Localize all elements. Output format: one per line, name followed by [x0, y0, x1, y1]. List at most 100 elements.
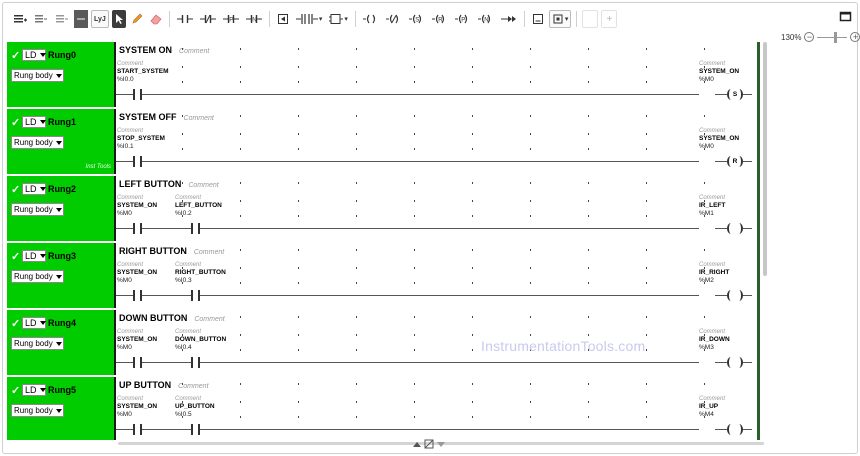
contact-variable[interactable]: SYSTEM_ON — [117, 403, 157, 411]
rung-body-select[interactable]: Rung body — [11, 270, 64, 283]
rung-name[interactable]: Rung1 — [48, 117, 76, 127]
zoom-out-icon[interactable]: − — [804, 32, 815, 42]
contact-comment[interactable]: Comment — [117, 127, 165, 135]
contact-variable[interactable]: STOP_SYSTEM — [117, 135, 165, 143]
contact-variable[interactable]: SYSTEM_ON — [117, 336, 157, 344]
coil-comment[interactable]: Comment — [699, 127, 739, 135]
function-block-icon[interactable]: ▾ — [327, 10, 350, 28]
coil-symbol[interactable] — [727, 424, 743, 435]
n-coil-icon[interactable]: N — [476, 10, 496, 28]
pencil-tool-icon[interactable] — [129, 10, 145, 28]
rung-body-select[interactable]: Rung body — [11, 404, 64, 417]
coil-variable[interactable]: IR_RIGHT — [699, 269, 729, 277]
contact-comment[interactable]: Comment — [117, 194, 157, 202]
rung-body-select[interactable]: Rung body — [11, 69, 64, 82]
rung-title[interactable]: RIGHT BUTTON Comment — [119, 246, 224, 256]
no-contact-symbol[interactable] — [133, 290, 142, 301]
no-contact-symbol[interactable] — [133, 424, 142, 435]
contact-variable[interactable]: START_SYSTEM — [117, 68, 169, 76]
pointer-tool-icon[interactable] — [111, 10, 126, 28]
rung-body-select[interactable]: Rung body — [11, 203, 64, 216]
language-select[interactable]: LD — [22, 250, 46, 262]
rung-title[interactable]: DOWN BUTTON Comment — [119, 313, 225, 323]
coil-comment[interactable]: Comment — [699, 328, 730, 336]
contact-comment[interactable]: Comment — [175, 261, 226, 269]
rung-title[interactable]: SYSTEM ON Comment — [119, 45, 209, 55]
rung-title[interactable]: LEFT BUTTON Comment — [119, 179, 219, 189]
contact-variable[interactable]: DOWN_BUTTON — [175, 336, 226, 344]
coil-variable[interactable]: SYSTEM_ON — [699, 135, 739, 143]
maximize-icon[interactable] — [839, 10, 853, 22]
parallel-branch-icon[interactable]: ▾ — [294, 10, 325, 28]
rung-enabled-check-icon[interactable]: ✓ — [11, 317, 20, 330]
coil-comment[interactable]: Comment — [699, 60, 739, 68]
compare-block-icon[interactable]: ▾ — [548, 10, 572, 28]
no-contact-symbol[interactable] — [133, 156, 142, 167]
insert-rung-icon[interactable] — [11, 10, 29, 28]
zoom-slider-thumb[interactable] — [834, 31, 838, 43]
rung-comment[interactable]: Comment — [184, 115, 214, 122]
language-select[interactable]: LD — [22, 183, 46, 195]
rung-comment[interactable]: Comment — [194, 249, 224, 256]
coil-comment[interactable]: Comment — [699, 194, 725, 202]
eraser-tool-icon[interactable] — [148, 10, 164, 28]
rung-name[interactable]: Rung4 — [48, 318, 76, 328]
contact-variable[interactable]: LEFT_BUTTON — [175, 202, 222, 210]
no-contact-symbol[interactable] — [191, 223, 200, 234]
rung-enabled-check-icon[interactable]: ✓ — [11, 116, 20, 129]
coil-symbol[interactable] — [727, 223, 743, 234]
insert-element-icon[interactable] — [53, 10, 71, 28]
ladder-mode-icon[interactable] — [74, 10, 88, 28]
set-coil-icon[interactable]: S — [407, 10, 427, 28]
fit-view-icon[interactable] — [424, 439, 434, 449]
rung-enabled-check-icon[interactable]: ✓ — [11, 49, 20, 62]
coil-icon[interactable] — [361, 10, 381, 28]
reset-coil-icon[interactable]: R — [430, 10, 450, 28]
coil-comment[interactable]: Comment — [699, 261, 729, 269]
rung-name[interactable]: Rung0 — [48, 50, 76, 60]
p-coil-icon[interactable]: P — [453, 10, 473, 28]
rung-enabled-check-icon[interactable]: ✓ — [11, 183, 20, 196]
no-contact-symbol[interactable] — [191, 290, 200, 301]
contact-comment[interactable]: Comment — [117, 395, 157, 403]
contact-comment[interactable]: Comment — [175, 328, 226, 336]
contact-variable[interactable]: SYSTEM_ON — [117, 269, 157, 277]
zoom-slider[interactable] — [817, 31, 848, 43]
jump-icon[interactable] — [499, 10, 519, 28]
no-contact-symbol[interactable] — [133, 223, 142, 234]
rung-name[interactable]: Rung2 — [48, 184, 76, 194]
scroll-up-icon[interactable] — [413, 441, 421, 447]
contact-variable[interactable]: RIGHT_BUTTON — [175, 269, 226, 277]
coil-symbol[interactable]: R — [727, 156, 743, 167]
no-contact-icon[interactable] — [175, 10, 195, 28]
coil-variable[interactable]: IR_DOWN — [699, 336, 730, 344]
rung-title[interactable]: SYSTEM OFF Comment — [119, 112, 214, 122]
no-contact-symbol[interactable] — [191, 357, 200, 368]
scroll-down-icon[interactable] — [437, 441, 445, 447]
coil-symbol[interactable]: S — [727, 89, 743, 100]
rung-comment[interactable]: Comment — [179, 48, 209, 55]
n-contact-icon[interactable]: N — [244, 10, 264, 28]
rung-body-select[interactable]: Rung body — [11, 337, 64, 350]
nc-contact-icon[interactable] — [198, 10, 218, 28]
coil-variable[interactable]: IR_LEFT — [699, 202, 725, 210]
rung-name[interactable]: Rung3 — [48, 251, 76, 261]
coil-symbol[interactable] — [727, 357, 743, 368]
no-contact-symbol[interactable] — [133, 357, 142, 368]
lyj-mode-button[interactable]: LyJ — [91, 10, 109, 28]
no-contact-symbol[interactable] — [191, 424, 200, 435]
coil-symbol[interactable] — [727, 290, 743, 301]
rung-title[interactable]: UP BUTTON Comment — [119, 380, 209, 390]
language-select[interactable]: LD — [22, 49, 46, 61]
operate-block-icon[interactable] — [530, 10, 546, 28]
no-contact-symbol[interactable] — [133, 89, 142, 100]
rung-enabled-check-icon[interactable]: ✓ — [11, 384, 20, 397]
insert-branch-icon[interactable] — [32, 10, 50, 28]
p-contact-icon[interactable]: P — [221, 10, 241, 28]
contact-comment[interactable]: Comment — [117, 261, 157, 269]
timer-block-icon[interactable] — [275, 10, 291, 28]
language-select[interactable]: LD — [22, 317, 46, 329]
rung-name[interactable]: Rung5 — [48, 385, 76, 395]
rung-comment[interactable]: Comment — [194, 316, 224, 323]
rung-body-select[interactable]: Rung body — [11, 136, 64, 149]
